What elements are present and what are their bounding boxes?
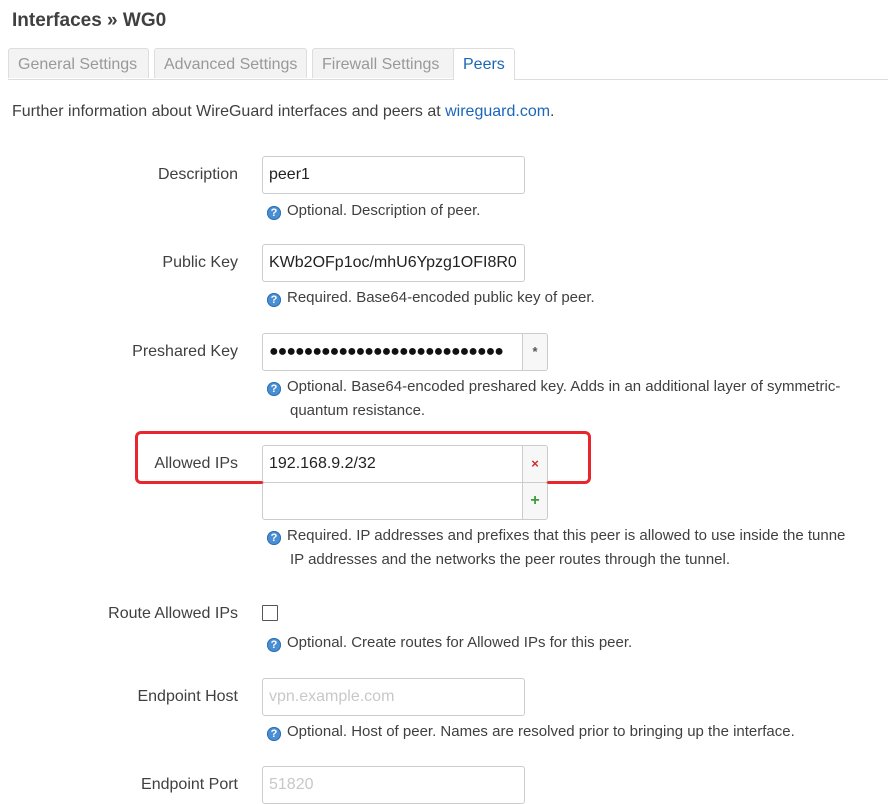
help-icon: ? <box>267 206 281 220</box>
endpoint-host-help: ? Optional. Host of peer. Names are resol… <box>267 720 795 744</box>
description-help: ? Optional. Description of peer. <box>267 199 480 223</box>
tab-firewall-settings[interactable]: Firewall Settings <box>312 48 457 78</box>
public-key-input[interactable]: KWb2OFp1oc/mhU6Ypzg1OFI8R0 <box>262 244 525 282</box>
preshared-key-input[interactable]: ●●●●●●●●●●●●●●●●●●●●●●●●●●● <box>262 333 523 371</box>
tab-peers[interactable]: Peers <box>453 48 515 80</box>
tab-general-settings[interactable]: General Settings <box>8 48 149 78</box>
route-allowed-ips-checkbox[interactable] <box>262 605 278 621</box>
intro-text: Further information about WireGuard inte… <box>12 103 555 120</box>
help-icon: ? <box>267 382 281 396</box>
allowed-ip-input[interactable]: 192.168.9.2/32 <box>262 445 523 483</box>
help-icon: ? <box>267 531 281 545</box>
page-title: Interfaces » WG0 <box>12 10 167 31</box>
add-ip-button[interactable]: + <box>522 482 548 520</box>
tab-bar: General Settings Advanced Settings Firew… <box>8 48 888 80</box>
description-label: Description <box>157 166 238 183</box>
preshared-key-masked-value: ●●●●●●●●●●●●●●●●●●●●●●●●●●● <box>269 343 504 360</box>
route-allowed-ips-label: Route Allowed IPs <box>108 605 238 622</box>
tab-advanced-settings[interactable]: Advanced Settings <box>154 48 307 78</box>
reveal-password-button[interactable]: * <box>522 333 548 371</box>
help-icon: ? <box>267 727 281 741</box>
allowed-ips-help: ? Required. IP addresses and prefixes tha… <box>267 524 845 572</box>
remove-ip-button[interactable]: × <box>522 445 548 483</box>
description-input[interactable]: peer1 <box>262 156 525 194</box>
endpoint-host-label: Endpoint Host <box>137 688 238 705</box>
endpoint-host-input[interactable]: vpn.example.com <box>262 678 525 716</box>
public-key-label: Public Key <box>162 254 238 271</box>
route-allowed-ips-help: ? Optional. Create routes for Allowed IPs… <box>267 631 632 655</box>
help-icon: ? <box>267 638 281 652</box>
new-allowed-ip-input[interactable] <box>262 482 523 520</box>
endpoint-port-label: Endpoint Port <box>141 776 238 793</box>
wireguard-link[interactable]: wireguard.com <box>445 103 550 120</box>
endpoint-port-input[interactable]: 51820 <box>262 766 525 804</box>
help-icon: ? <box>267 293 281 307</box>
preshared-key-help: ? Optional. Base64-encoded preshared key.… <box>267 375 840 423</box>
allowed-ips-label: Allowed IPs <box>154 455 238 472</box>
preshared-key-label: Preshared Key <box>132 343 238 360</box>
public-key-help: ? Required. Base64-encoded public key of … <box>267 286 595 310</box>
